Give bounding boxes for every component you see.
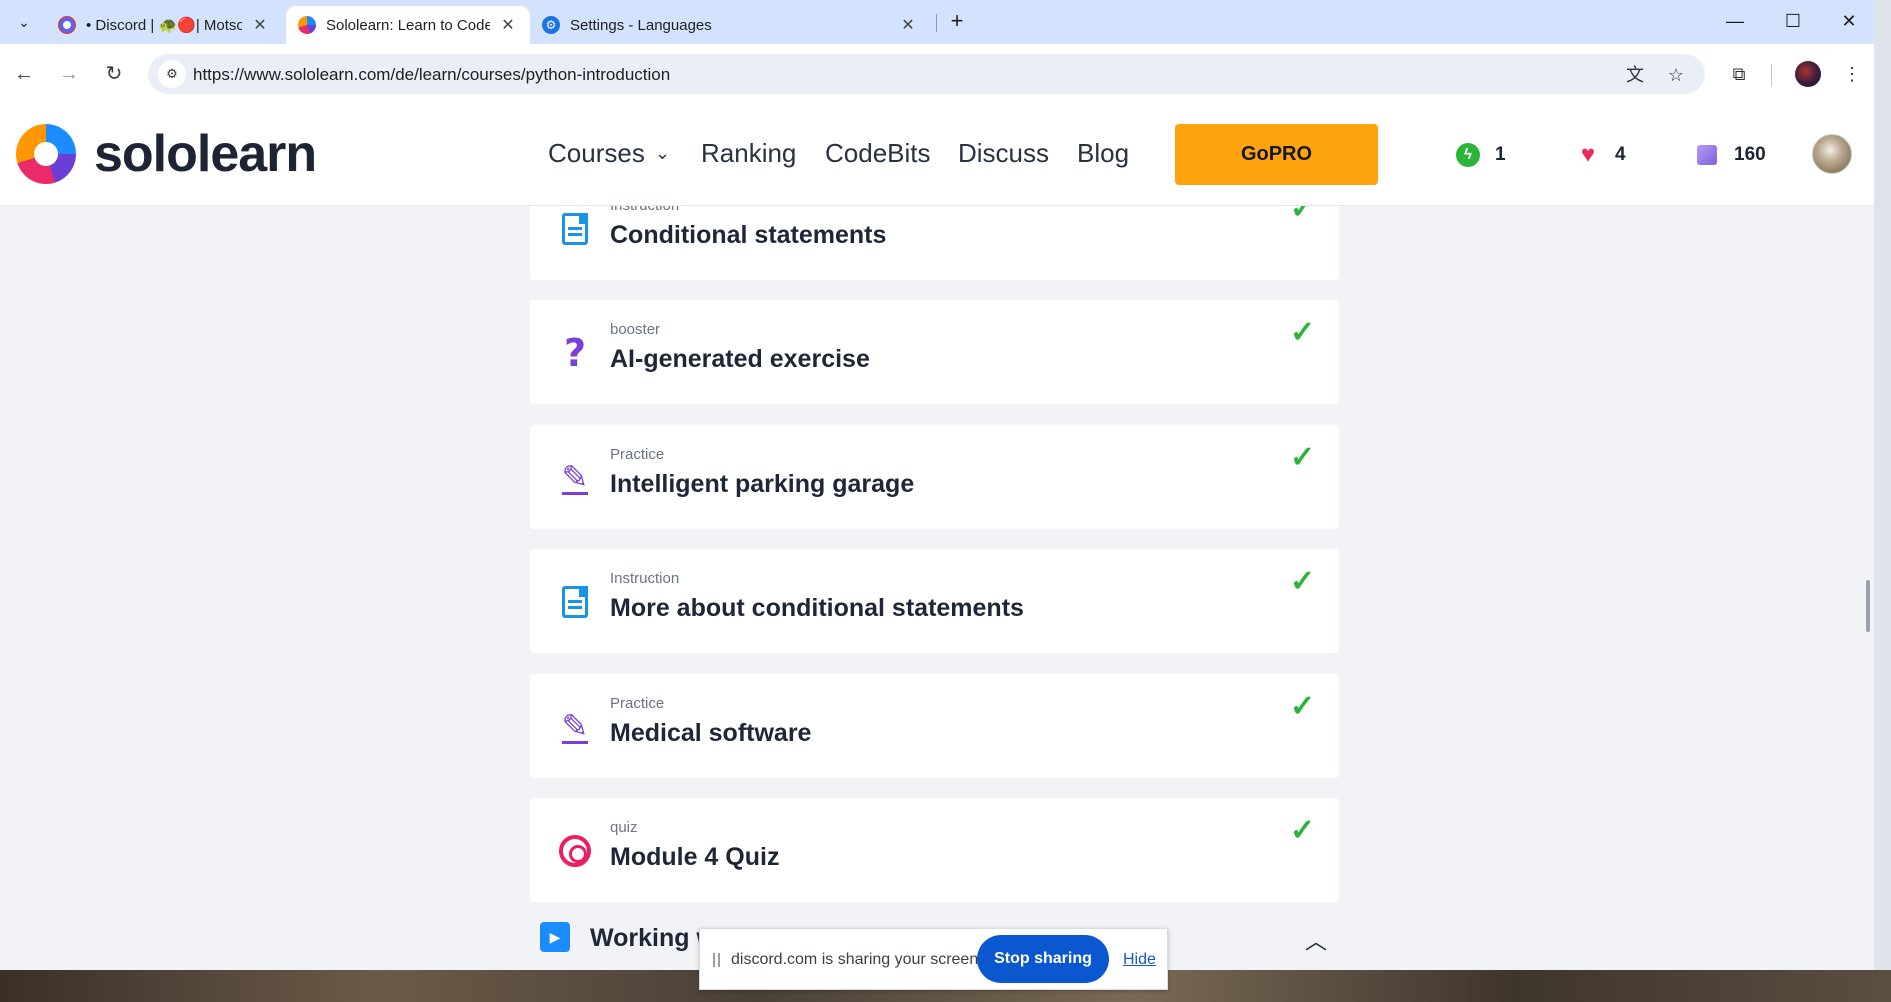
close-icon[interactable]: ✕ xyxy=(498,15,518,35)
lesson-title: Medical software xyxy=(610,719,812,747)
toolbar-separator xyxy=(1771,64,1772,86)
hearts-counter[interactable]: ♥ 4 xyxy=(1575,140,1626,170)
profile-avatar[interactable] xyxy=(1795,61,1821,87)
nav-blog[interactable]: Blog xyxy=(1077,138,1129,169)
lesson-type: Practice xyxy=(610,446,665,463)
lesson-type: Instruction xyxy=(610,206,679,214)
gem-icon xyxy=(1697,145,1717,165)
bookmark-star-icon[interactable]: ☆ xyxy=(1663,62,1689,88)
lesson-type: Instruction xyxy=(610,570,680,587)
back-arrow-icon[interactable]: ← xyxy=(8,58,40,90)
discord-favicon-icon xyxy=(58,16,76,34)
gems-value: 160 xyxy=(1734,144,1766,165)
course-content: Instruction Conditional statements ✓ ? b… xyxy=(0,206,1874,970)
site-header: sololearn Courses ⌄ Ranking CodeBits Disc… xyxy=(0,104,1874,206)
scrollbar-thumb[interactable] xyxy=(1866,580,1870,632)
target-icon xyxy=(559,835,591,867)
lesson-card[interactable]: Instruction More about conditional state… xyxy=(530,549,1339,653)
play-icon: ▶ xyxy=(540,922,570,952)
tab-sololearn[interactable]: Sololearn: Learn to Code ✕ xyxy=(286,6,530,44)
lesson-card[interactable]: ✎ Practice Intelligent parking garage ✓ xyxy=(530,425,1339,529)
screen-edge xyxy=(1874,0,1891,970)
heart-icon: ♥ xyxy=(1580,141,1596,168)
url-text: https://www.sololearn.com/de/learn/cours… xyxy=(193,65,671,84)
sololearn-favicon-icon xyxy=(298,16,316,34)
gopro-button[interactable]: GoPRO xyxy=(1175,124,1378,185)
tab-separator xyxy=(936,14,937,32)
tab-settings[interactable]: ⚙ Settings - Languages ✕ xyxy=(530,6,930,44)
tab-search-button[interactable]: ⌄ xyxy=(10,8,38,36)
chevron-down-icon: ⌄ xyxy=(18,13,30,30)
reload-icon[interactable]: ↻ xyxy=(98,58,130,90)
gear-icon: ⚙ xyxy=(542,16,560,34)
sololearn-logo-icon[interactable] xyxy=(16,124,76,184)
lesson-card[interactable]: ✎ Practice Medical software ✓ xyxy=(530,674,1339,778)
question-icon: ? xyxy=(563,331,587,375)
streak-value: 1 xyxy=(1495,144,1506,165)
lightning-icon: ϟ xyxy=(1456,143,1480,167)
nav-courses[interactable]: Courses ⌄ xyxy=(548,138,670,169)
module-title: Working w xyxy=(590,924,716,952)
nav-codebits[interactable]: CodeBits xyxy=(825,138,931,169)
chevron-up-icon[interactable]: ︿ xyxy=(1305,924,1327,956)
lesson-card[interactable]: quiz Module 4 Quiz ✓ xyxy=(530,798,1339,902)
lesson-type: Practice xyxy=(610,695,665,712)
check-icon: ✓ xyxy=(1290,565,1316,598)
practice-pen-icon: ✎ xyxy=(561,706,589,745)
stop-sharing-button[interactable]: Stop sharing xyxy=(977,935,1109,983)
minimize-icon[interactable]: — xyxy=(1709,6,1761,36)
new-tab-button[interactable]: + xyxy=(943,8,971,36)
nav-ranking[interactable]: Ranking xyxy=(701,138,796,169)
hearts-value: 4 xyxy=(1615,144,1626,165)
gems-counter[interactable]: 160 xyxy=(1694,140,1766,170)
share-message: discord.com is sharing your screen. xyxy=(731,951,983,968)
lesson-title: Intelligent parking garage xyxy=(610,470,915,498)
forward-arrow-icon[interactable]: → xyxy=(53,58,85,90)
lesson-title: Module 4 Quiz xyxy=(610,843,780,871)
user-avatar[interactable] xyxy=(1812,134,1852,174)
check-icon: ✓ xyxy=(1290,814,1316,847)
tab-title: Sololearn: Learn to Code xyxy=(326,16,490,34)
streak-counter[interactable]: ϟ 1 xyxy=(1455,140,1506,170)
close-icon[interactable]: ✕ xyxy=(250,15,270,35)
instruction-icon xyxy=(562,213,588,245)
site-info-icon[interactable]: ⚙ xyxy=(158,60,186,88)
lesson-type: booster xyxy=(610,321,661,338)
nav-discuss[interactable]: Discuss xyxy=(958,138,1049,169)
check-icon: ✓ xyxy=(1290,206,1316,225)
menu-kebab-icon[interactable]: ⋮ xyxy=(1836,58,1868,90)
check-icon: ✓ xyxy=(1290,690,1316,723)
practice-pen-icon: ✎ xyxy=(561,457,589,496)
tab-strip: ⌄ • Discord | 🐢🔴| Motsone ✕ Sololearn: L… xyxy=(0,0,1874,44)
check-icon: ✓ xyxy=(1290,441,1316,474)
lesson-card[interactable]: ? booster AI-generated exercise ✓ xyxy=(530,300,1339,404)
translate-icon[interactable]: 文 xyxy=(1622,62,1648,88)
instruction-icon xyxy=(562,586,588,618)
address-bar[interactable]: ⚙ https://www.sololearn.com/de/learn/cou… xyxy=(148,54,1705,94)
lesson-card[interactable]: Instruction Conditional statements ✓ xyxy=(530,206,1339,280)
nav-courses-label: Courses xyxy=(548,138,645,168)
lesson-title: AI-generated exercise xyxy=(610,345,870,373)
screen-share-bar: discord.com is sharing your screen. Stop… xyxy=(699,928,1168,990)
tab-discord[interactable]: • Discord | 🐢🔴| Motsone ✕ xyxy=(46,6,282,44)
chevron-down-icon: ⌄ xyxy=(654,142,670,163)
lesson-title: Conditional statements xyxy=(610,221,887,249)
drag-handle-icon[interactable] xyxy=(713,953,720,967)
lesson-type: quiz xyxy=(610,819,638,836)
close-icon[interactable]: ✕ xyxy=(898,15,918,35)
tab-title: Settings - Languages xyxy=(570,16,712,34)
hide-link[interactable]: Hide xyxy=(1123,951,1156,969)
extensions-icon[interactable]: ⧉ xyxy=(1723,58,1755,90)
maximize-icon[interactable]: ☐ xyxy=(1767,6,1819,36)
check-icon: ✓ xyxy=(1290,316,1316,349)
brand-wordmark[interactable]: sololearn xyxy=(94,124,317,184)
browser-toolbar: ← → ↻ ⚙ https://www.sololearn.com/de/lea… xyxy=(0,44,1874,104)
tab-title: • Discord | 🐢🔴| Motsone xyxy=(86,17,242,34)
close-window-icon[interactable]: ✕ xyxy=(1823,6,1874,36)
browser-window: ⌄ • Discord | 🐢🔴| Motsone ✕ Sololearn: L… xyxy=(0,0,1874,970)
lesson-title: More about conditional statements xyxy=(610,594,1024,622)
